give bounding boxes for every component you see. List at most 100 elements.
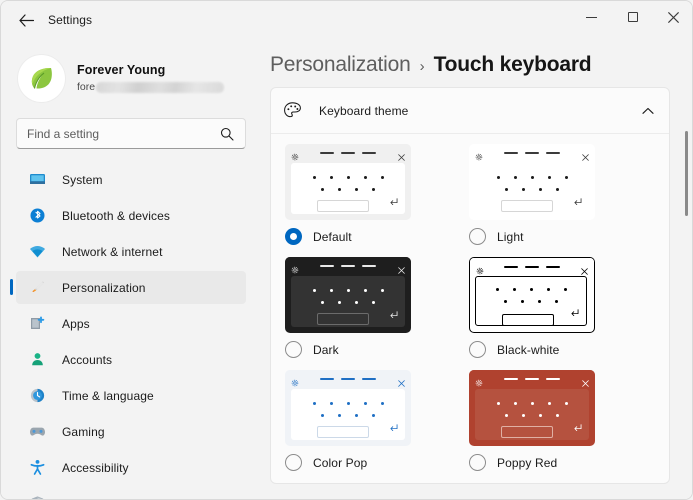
back-arrow-icon (18, 13, 34, 27)
radio-button[interactable] (285, 228, 302, 245)
scrollbar-thumb[interactable] (685, 131, 688, 216)
sidebar: Forever Young fore Find a setting System… (1, 39, 261, 500)
theme-option-dark[interactable]: Dark (285, 257, 469, 358)
breadcrumb: Personalization › Touch keyboard (270, 53, 692, 77)
search-input[interactable] (17, 119, 220, 148)
theme-radio-row[interactable]: Dark (285, 341, 469, 358)
breadcrumb-separator-icon: › (419, 58, 425, 75)
keyboard-preview (469, 144, 595, 220)
sidebar-item-apps[interactable]: Apps (16, 307, 246, 340)
theme-label: Color Pop (313, 455, 368, 470)
theme-radio-row[interactable]: Poppy Red (469, 454, 653, 471)
dash-keys-icon (320, 377, 376, 380)
keyboard-theme-title: Keyboard theme (319, 103, 409, 118)
main-content: Personalization › Touch keyboard Keyboar… (261, 39, 692, 499)
sidebar-item-privacy-security[interactable]: Privacy & security (16, 487, 246, 500)
radio-button[interactable] (469, 341, 486, 358)
theme-option-black-white[interactable]: Black-white (469, 257, 653, 358)
close-button[interactable] (653, 1, 692, 33)
sidebar-nav: System Bluetooth & devices Network & int… (1, 163, 261, 500)
keyboard-body (475, 163, 589, 214)
dash-keys-icon (320, 151, 376, 154)
theme-label: Light (497, 229, 524, 244)
radio-button[interactable] (469, 454, 486, 471)
keyboard-preview (285, 144, 411, 220)
maximize-button[interactable] (612, 1, 653, 33)
apps-icon (27, 314, 47, 334)
spacebar-key (317, 200, 369, 212)
theme-option-default[interactable]: Default (285, 144, 469, 245)
theme-radio-row[interactable]: Color Pop (285, 454, 469, 471)
account-email-row: fore (77, 81, 225, 93)
paintbrush-icon (27, 278, 47, 298)
sidebar-item-bluetooth-devices[interactable]: Bluetooth & devices (16, 199, 246, 232)
theme-label: Black-white (497, 342, 560, 357)
page-title: Touch keyboard (433, 53, 592, 76)
sidebar-item-network-internet[interactable]: Network & internet (16, 235, 246, 268)
dash-keys-icon (504, 377, 560, 380)
dash-keys-icon (504, 265, 560, 268)
sidebar-item-accessibility[interactable]: Accessibility (16, 451, 246, 484)
enter-key-icon (573, 419, 582, 437)
sidebar-item-system[interactable]: System (16, 163, 246, 196)
settings-scroll-area: Keyboard theme Default Light Dark Black-… (270, 87, 680, 499)
settings-window: Settings Forever Young fore Find a setti… (0, 0, 693, 500)
keyboard-theme-header[interactable]: Keyboard theme (271, 88, 669, 133)
spacebar-key (317, 313, 369, 325)
theme-radio-row[interactable]: Black-white (469, 341, 653, 358)
search-box[interactable] (16, 118, 246, 149)
keyboard-body (291, 276, 405, 327)
spacebar-key (501, 200, 553, 212)
account-email-redaction (96, 81, 225, 93)
theme-option-color-pop[interactable]: Color Pop (285, 370, 469, 471)
radio-button[interactable] (285, 341, 302, 358)
keyboard-theme-section: Keyboard theme Default Light Dark Black-… (270, 87, 670, 484)
leaf-avatar-icon (31, 67, 52, 89)
sidebar-item-accounts[interactable]: Accounts (16, 343, 246, 376)
chevron-up-icon[interactable] (640, 107, 656, 115)
main-scrollbar[interactable] (680, 39, 692, 499)
keyboard-body (291, 389, 405, 440)
monitor-icon (27, 170, 47, 190)
avatar (18, 54, 65, 102)
sidebar-item-time-language[interactable]: Time & language (16, 379, 246, 412)
sidebar-item-label: Apps (62, 316, 90, 331)
sidebar-item-label: Bluetooth & devices (62, 208, 170, 223)
shield-icon (27, 494, 47, 499)
sidebar-item-label: Privacy & security (62, 497, 159, 500)
sidebar-item-label: Time & language (62, 388, 154, 403)
radio-button[interactable] (469, 228, 486, 245)
bluetooth-icon (27, 206, 47, 226)
palette-icon (283, 101, 307, 120)
sidebar-item-personalization[interactable]: Personalization (10, 271, 246, 304)
keyboard-body (475, 389, 589, 440)
title-bar: Settings (1, 1, 692, 39)
theme-radio-row[interactable]: Light (469, 228, 653, 245)
keyboard-body (291, 163, 405, 214)
enter-key-icon (570, 304, 579, 322)
enter-key-icon (389, 193, 398, 211)
account-profile[interactable]: Forever Young fore (18, 48, 261, 108)
sidebar-item-label: Accounts (62, 352, 113, 367)
theme-radio-row[interactable]: Default (285, 228, 469, 245)
theme-option-poppy-red[interactable]: Poppy Red (469, 370, 653, 471)
spacebar-key (502, 314, 554, 326)
spacebar-key (317, 426, 369, 438)
minimize-button[interactable] (571, 1, 612, 33)
person-icon (27, 350, 47, 370)
sidebar-item-label: System (62, 172, 103, 187)
sidebar-item-gaming[interactable]: Gaming (16, 415, 246, 448)
theme-option-light[interactable]: Light (469, 144, 653, 245)
breadcrumb-parent-link[interactable]: Personalization (270, 53, 411, 77)
search-icon (220, 127, 234, 141)
enter-key-icon (389, 419, 398, 437)
theme-label: Dark (313, 342, 339, 357)
back-button[interactable] (10, 6, 42, 34)
dash-keys-icon (320, 264, 376, 267)
dash-keys-icon (504, 151, 560, 154)
radio-button[interactable] (285, 454, 302, 471)
keyboard-body (475, 276, 587, 326)
account-name: Forever Young (77, 63, 166, 77)
window-title: Settings (48, 13, 93, 27)
enter-key-icon (389, 306, 398, 324)
